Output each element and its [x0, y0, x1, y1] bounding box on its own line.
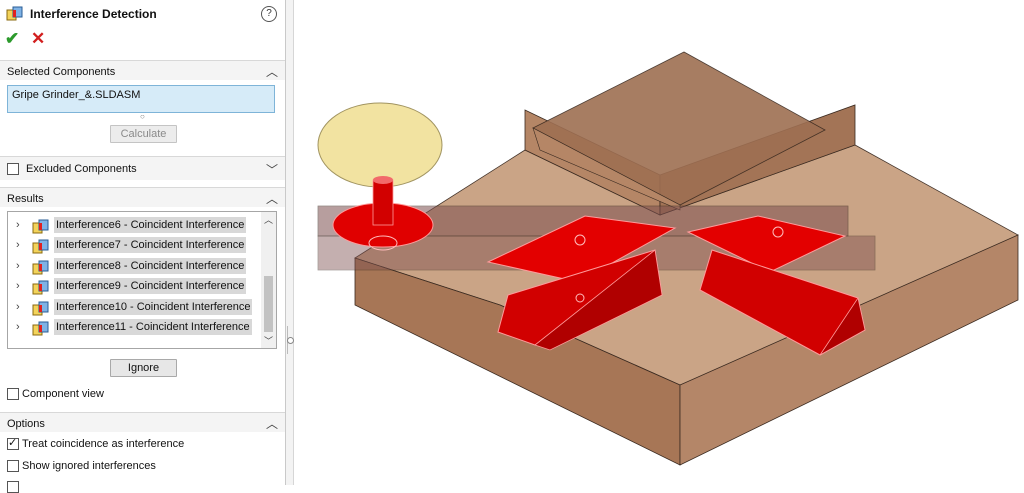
interference-label: Interference8 - Coincident Interference [54, 257, 247, 274]
list-item[interactable]: › Interference6 - Coincident Interference [8, 216, 261, 236]
show-ignored-checkbox[interactable] [7, 460, 19, 472]
interference-label: Interference11 - Coincident Interference [54, 319, 252, 335]
knob-shaft-top[interactable] [373, 176, 393, 184]
graphics-viewport[interactable] [295, 0, 1024, 485]
component-view-checkbox[interactable] [7, 388, 19, 400]
interference-label: Interference9 - Coincident Interference [54, 278, 247, 295]
calculate-button[interactable]: Calculate [110, 125, 177, 143]
knob-dome[interactable] [317, 102, 443, 188]
list-item[interactable]: › Interference11 - Coincident Interferenc… [8, 318, 261, 338]
assembly-model[interactable] [295, 0, 1024, 485]
expand-arrow-icon[interactable]: › [16, 280, 20, 292]
dialog-title: Interference Detection [30, 7, 157, 21]
help-icon[interactable]: ? [261, 6, 277, 22]
splitter-grip-icon[interactable] [287, 337, 294, 344]
dialog-header: Interference Detection ? [6, 5, 281, 25]
expand-arrow-icon[interactable]: › [16, 239, 20, 251]
expand-arrow-icon[interactable]: › [16, 260, 20, 272]
scroll-down-icon[interactable]: ﹀ [264, 334, 273, 347]
treat-coincidence-checkbox[interactable] [7, 436, 19, 450]
list-item[interactable]: › Interference8 - Coincident Interference [8, 257, 261, 277]
interference-label: Interference7 - Coincident Interference [54, 237, 247, 254]
options-header[interactable]: Options ︿ [0, 412, 285, 432]
scroll-up-icon[interactable]: ︿ [264, 213, 273, 226]
ignore-button[interactable]: Ignore [110, 359, 177, 377]
results-header[interactable]: Results ︿ [0, 187, 285, 207]
interference-detection-icon [6, 6, 23, 21]
scroll-thumb[interactable] [264, 276, 273, 332]
component-view-label: Component view [22, 388, 104, 400]
section-title: Options [7, 418, 45, 430]
knob-shaft[interactable] [372, 179, 394, 226]
expand-arrow-icon[interactable]: › [16, 219, 20, 231]
interference-label: Interference10 - Coincident Interference [54, 298, 253, 315]
results-scrollbar[interactable]: ︿ ﹀ [261, 212, 276, 348]
panel-splitter[interactable] [286, 0, 294, 485]
section-title: Results [7, 193, 44, 205]
excluded-components-checkbox[interactable] [7, 163, 19, 175]
show-ignored-label: Show ignored interferences [22, 460, 156, 472]
chevron-up-icon[interactable]: ︿ [266, 63, 278, 80]
selected-components-header[interactable]: Selected Components ︿ [0, 60, 285, 80]
property-manager-panel: Interference Detection ? ✔ ✕ Selected Co… [0, 0, 286, 493]
chevron-up-icon[interactable]: ︿ [266, 415, 278, 432]
expand-arrow-icon[interactable]: › [16, 301, 20, 313]
partial-checkbox[interactable] [7, 481, 19, 493]
list-item[interactable]: › Interference7 - Coincident Interference [8, 236, 261, 256]
section-title: Selected Components [7, 66, 116, 78]
list-item[interactable]: › Interference10 - Coincident Interferenc… [8, 298, 261, 318]
chevron-up-icon[interactable]: ︿ [266, 190, 278, 207]
ok-button[interactable]: ✔ [5, 30, 19, 47]
section-title: Excluded Components [26, 163, 137, 175]
results-list[interactable]: › Interference6 - Coincident Interference… [7, 211, 277, 349]
excluded-components-header[interactable]: Excluded Components ﹀ [0, 156, 285, 180]
selected-components-field[interactable]: Gripe Grinder_&.SLDASM [7, 85, 275, 113]
interference-icon [32, 320, 50, 341]
interference-label: Interference6 - Coincident Interference [54, 217, 247, 233]
resize-grip-icon[interactable]: ○ [140, 112, 145, 121]
expand-arrow-icon[interactable]: › [16, 321, 20, 333]
list-item[interactable]: › Interference9 - Coincident Interference [8, 277, 261, 297]
cancel-button[interactable]: ✕ [31, 30, 45, 47]
treat-coincidence-label: Treat coincidence as interference [22, 438, 185, 450]
chevron-down-icon[interactable]: ﹀ [266, 161, 278, 178]
